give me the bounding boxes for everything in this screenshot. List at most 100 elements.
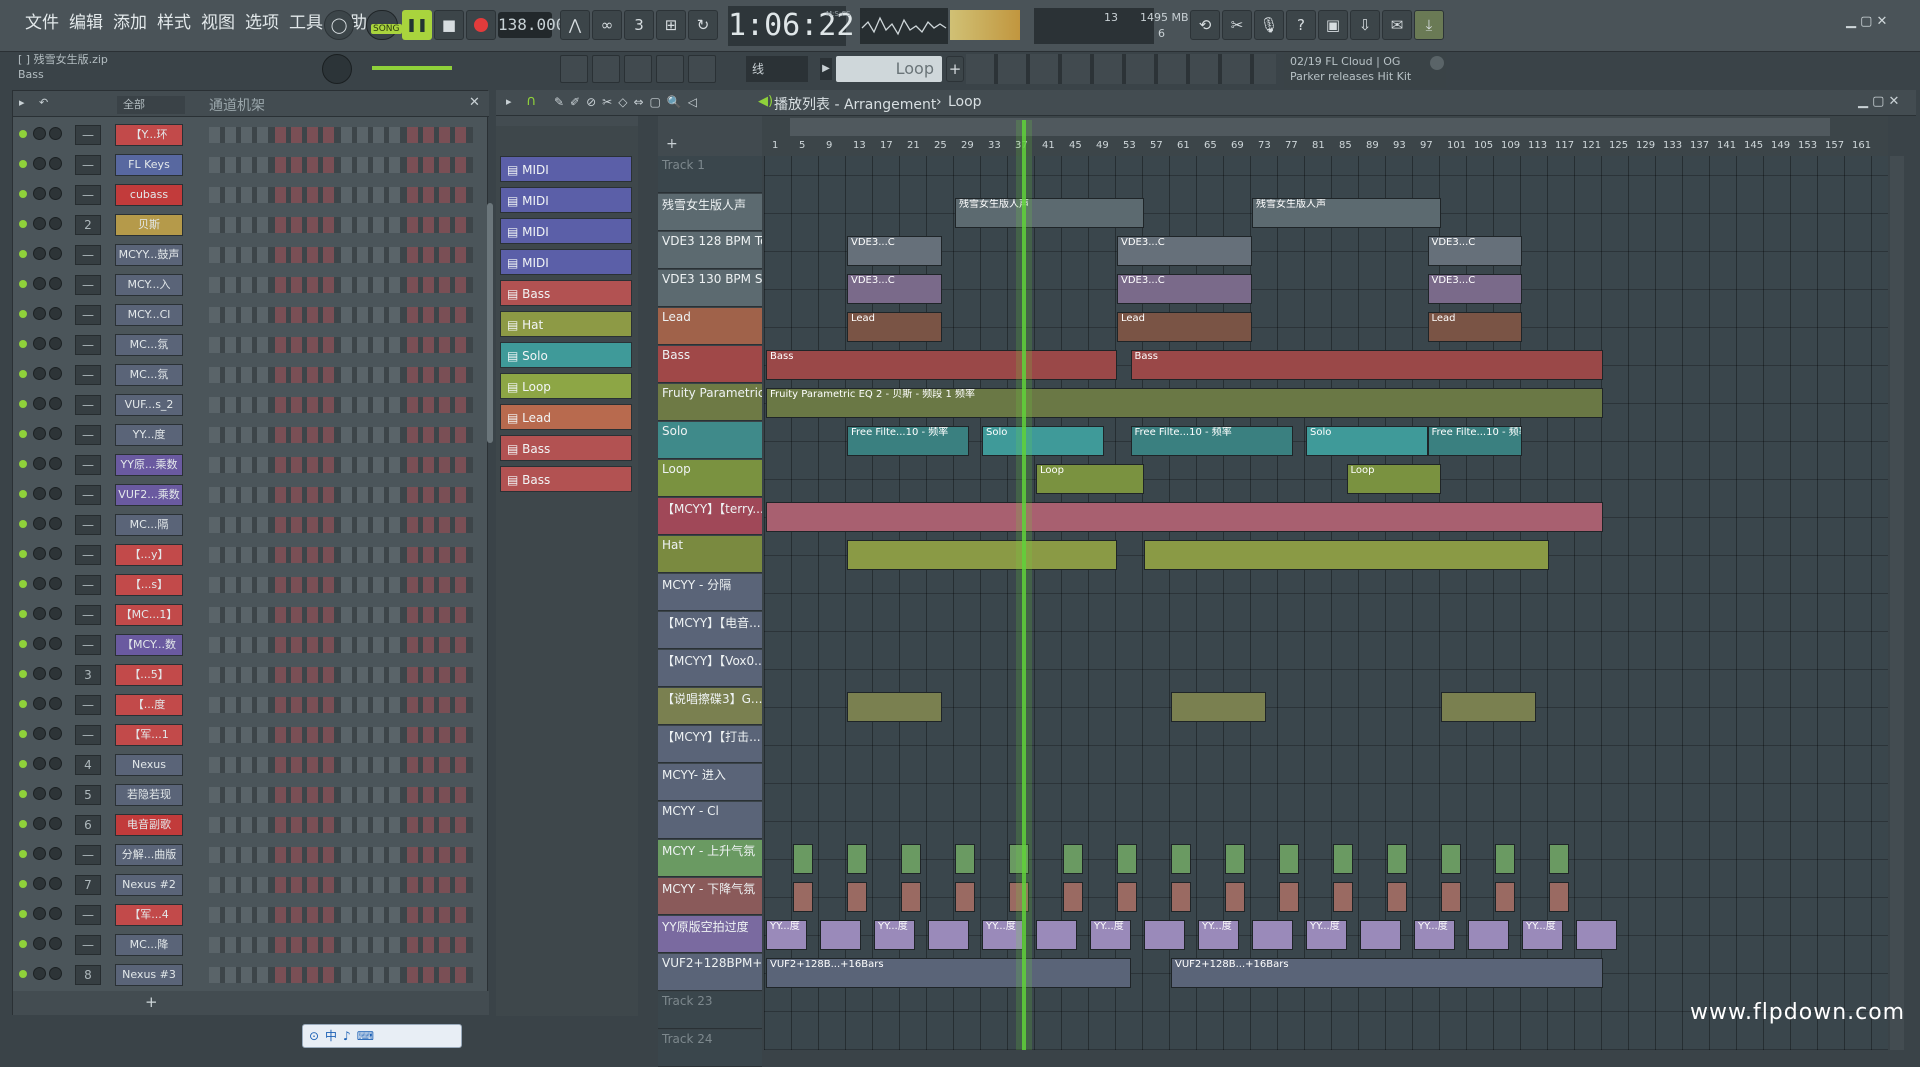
channel-led[interactable]: [19, 130, 27, 138]
track-header[interactable]: MCYY - Cl: [658, 802, 762, 839]
pattern-selector[interactable]: Loop: [836, 56, 942, 82]
channel-name-button[interactable]: YY原...乘数: [115, 454, 183, 476]
arrangement-clip[interactable]: [1063, 844, 1084, 874]
channel-row[interactable]: — MC...氛: [13, 329, 489, 359]
arrangement-clip[interactable]: Lead: [847, 312, 942, 342]
channel-led[interactable]: [19, 460, 27, 468]
channel-name-button[interactable]: 分解...曲版: [115, 844, 183, 866]
channel-row[interactable]: — VUF...s_2: [13, 389, 489, 419]
arrangement-clip[interactable]: Loop: [1036, 464, 1144, 494]
step-sequencer[interactable]: [209, 967, 473, 983]
channel-volume-knob[interactable]: [49, 337, 62, 350]
channel-led[interactable]: [19, 550, 27, 558]
arrangement-clip[interactable]: [847, 540, 1117, 570]
channel-name-button[interactable]: MCY...入: [115, 274, 183, 296]
channel-row[interactable]: — 【MC...1】: [13, 599, 489, 629]
channel-row[interactable]: 8 Nexus #3: [13, 959, 489, 989]
channel-pan-knob[interactable]: [33, 187, 46, 200]
arrangement-clip[interactable]: [1036, 920, 1077, 950]
arrangement-clip[interactable]: [1171, 882, 1192, 912]
arrangement-clip[interactable]: Loop: [1346, 464, 1441, 494]
arrangement-clip[interactable]: [1441, 882, 1462, 912]
channel-led[interactable]: [19, 580, 27, 588]
step-sequencer[interactable]: [209, 127, 473, 143]
channel-row[interactable]: — 【军...4: [13, 899, 489, 929]
track-header[interactable]: VUF2+128BPM+Bin...: [658, 954, 762, 991]
play-pause-button[interactable]: ❚❚: [402, 10, 432, 40]
channel-volume-knob[interactable]: [49, 607, 62, 620]
render-icon[interactable]: ⇩: [1350, 10, 1380, 40]
channel-name-button[interactable]: YY...度: [115, 424, 183, 446]
step-sequencer[interactable]: [209, 667, 473, 683]
rack-undo-icon[interactable]: ↶: [39, 96, 48, 109]
snap-selector[interactable]: 线: [746, 56, 808, 82]
channel-pan-knob[interactable]: [33, 157, 46, 170]
channel-mixer-track[interactable]: —: [75, 155, 101, 175]
arrangement-clip[interactable]: [1252, 920, 1293, 950]
channel-pan-knob[interactable]: [33, 127, 46, 140]
channel-volume-knob[interactable]: [49, 967, 62, 980]
arrangement-clip[interactable]: [1225, 882, 1246, 912]
wait-input-button[interactable]: ∞: [592, 10, 622, 40]
step-sequencer[interactable]: [209, 637, 473, 653]
song-overview[interactable]: [790, 118, 1830, 136]
channel-mixer-track[interactable]: —: [75, 485, 101, 505]
channel-pan-knob[interactable]: [33, 937, 46, 950]
channel-mixer-track[interactable]: —: [75, 365, 101, 385]
channel-row[interactable]: — MCY...Cl: [13, 299, 489, 329]
channel-pan-knob[interactable]: [33, 397, 46, 410]
arrangement-clip[interactable]: VDE3...C: [1117, 236, 1252, 266]
channel-row[interactable]: 6 电音副歌: [13, 809, 489, 839]
undo-icon[interactable]: ⟲: [1190, 10, 1220, 40]
add-track-icon[interactable]: +: [666, 136, 678, 152]
channel-pan-knob[interactable]: [33, 217, 46, 230]
playlist-window-controls[interactable]: ▁ ▢ ✕: [1858, 94, 1899, 109]
arrangement-clip[interactable]: VDE3...C: [1117, 274, 1252, 304]
arrangement-clip[interactable]: [1279, 882, 1300, 912]
track-header[interactable]: Loop: [658, 460, 762, 497]
channel-volume-knob[interactable]: [49, 277, 62, 290]
arrangement-clip[interactable]: VDE3...C: [847, 236, 942, 266]
arrangement-clip[interactable]: [1144, 920, 1185, 950]
channel-mixer-track[interactable]: —: [75, 305, 101, 325]
channel-volume-knob[interactable]: [49, 757, 62, 770]
channel-pan-knob[interactable]: [33, 427, 46, 440]
channel-pan-knob[interactable]: [33, 457, 46, 470]
track-header[interactable]: 【MCYY】【电音...: [658, 612, 762, 649]
stamp-icon[interactable]: [688, 55, 716, 83]
playlist-scrollbar[interactable]: [1890, 156, 1904, 1050]
track-header[interactable]: Hat: [658, 536, 762, 573]
piano-roll-icon[interactable]: [560, 55, 588, 83]
channel-led[interactable]: [19, 430, 27, 438]
channel-mixer-track[interactable]: —: [75, 605, 101, 625]
menu-patterns[interactable]: 样式: [154, 10, 194, 36]
channel-row[interactable]: — 【...s】: [13, 569, 489, 599]
channel-pan-knob[interactable]: [33, 637, 46, 650]
arrangement-clip[interactable]: VUF2+128B...+16Bars: [766, 958, 1131, 988]
arrangement-clip[interactable]: Bass: [766, 350, 1117, 380]
channel-led[interactable]: [19, 760, 27, 768]
arrangement-clip[interactable]: [955, 844, 976, 874]
step-sequencer[interactable]: [209, 397, 473, 413]
channel-name-button[interactable]: Nexus #2: [115, 874, 183, 896]
channel-name-button[interactable]: 贝斯: [115, 214, 183, 236]
step-sequencer[interactable]: [209, 847, 473, 863]
track-header[interactable]: 【MCYY】【terry...: [658, 498, 762, 535]
arrangement-clip[interactable]: [1441, 692, 1536, 722]
channel-led[interactable]: [19, 310, 27, 318]
track-header[interactable]: 残雪女生版人声: [658, 194, 762, 231]
arrangement-clip[interactable]: [847, 844, 868, 874]
menu-view[interactable]: 视图: [198, 10, 238, 36]
arrangement-clip[interactable]: VDE3...C: [847, 274, 942, 304]
countdown-button[interactable]: 3: [624, 10, 654, 40]
channel-filter[interactable]: 全部: [117, 96, 185, 114]
step-sequencer[interactable]: [209, 937, 473, 953]
channel-led[interactable]: [19, 940, 27, 948]
download-icon[interactable]: ⤓: [1414, 10, 1444, 40]
channel-pan-knob[interactable]: [33, 307, 46, 320]
channel-led[interactable]: [19, 850, 27, 858]
track-header[interactable]: MCYY - 上升气氛: [658, 840, 762, 877]
step-sequencer[interactable]: [209, 427, 473, 443]
arrangement-clip[interactable]: YY...度: [1198, 920, 1239, 950]
arrangement-clip[interactable]: Lead: [1427, 312, 1522, 342]
